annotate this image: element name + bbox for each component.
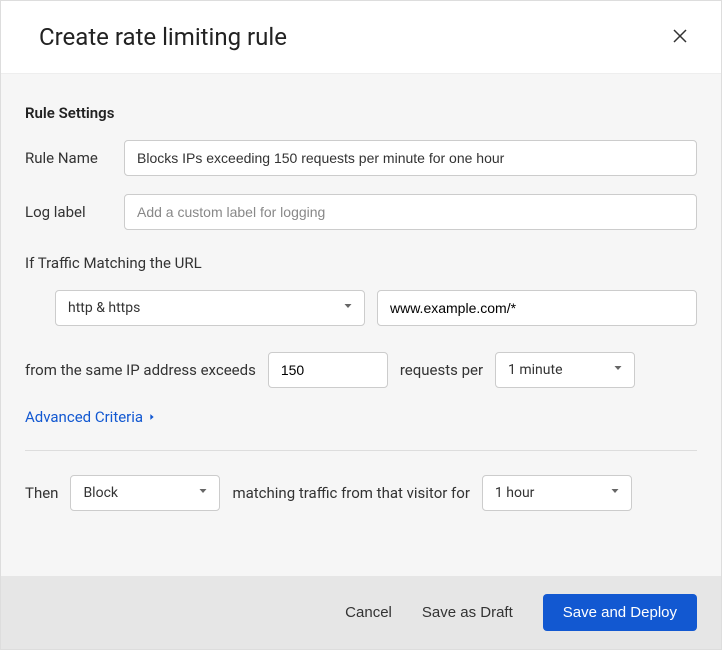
time-window-value: 1 minute [508, 362, 562, 378]
advanced-criteria-label: Advanced Criteria [25, 408, 143, 426]
caret-right-icon [147, 408, 157, 426]
advanced-criteria-row: Advanced Criteria [25, 406, 697, 426]
traffic-matching-label: If Traffic Matching the URL [25, 254, 697, 272]
rule-name-row: Rule Name [25, 140, 697, 176]
protocol-select-value: http & https [68, 300, 140, 316]
dialog-title: Create rate limiting rule [39, 23, 287, 51]
rate-limit-dialog: Create rate limiting rule Rule Settings … [0, 0, 722, 650]
threshold-row: from the same IP address exceeds request… [25, 352, 697, 388]
protocol-select[interactable]: http & https [55, 290, 365, 326]
request-count-input[interactable] [268, 352, 388, 388]
then-label: Then [25, 484, 58, 502]
log-label-row: Log label [25, 194, 697, 230]
log-label-input[interactable] [124, 194, 697, 230]
chevron-down-icon [612, 362, 624, 378]
close-icon [671, 27, 689, 48]
save-as-draft-button[interactable]: Save as Draft [422, 604, 513, 621]
chevron-down-icon [197, 485, 209, 501]
time-window-select[interactable]: 1 minute [495, 352, 635, 388]
save-and-deploy-button[interactable]: Save and Deploy [543, 594, 697, 631]
action-select[interactable]: Block [70, 475, 220, 511]
dialog-footer: Cancel Save as Draft Save and Deploy [1, 576, 721, 649]
divider [25, 450, 697, 451]
advanced-criteria-link[interactable]: Advanced Criteria [25, 408, 157, 426]
duration-select-value: 1 hour [495, 485, 535, 501]
section-title: Rule Settings [25, 104, 697, 122]
dialog-header: Create rate limiting rule [1, 1, 721, 74]
matching-traffic-text: matching traffic from that visitor for [232, 484, 469, 502]
duration-select[interactable]: 1 hour [482, 475, 632, 511]
close-button[interactable] [666, 23, 694, 51]
action-select-value: Block [83, 485, 118, 501]
requests-per-text: requests per [400, 361, 483, 379]
then-row: Then Block matching traffic from that vi… [25, 475, 697, 511]
url-pattern-input[interactable] [377, 290, 697, 326]
cancel-button[interactable]: Cancel [345, 604, 392, 621]
log-label-label: Log label [25, 203, 110, 221]
rule-name-input[interactable] [124, 140, 697, 176]
exceeds-text: from the same IP address exceeds [25, 361, 256, 379]
dialog-body: Rule Settings Rule Name Log label If Tra… [1, 74, 721, 576]
rule-name-label: Rule Name [25, 149, 110, 167]
url-row: http & https [25, 290, 697, 326]
chevron-down-icon [342, 300, 354, 316]
chevron-down-icon [609, 485, 621, 501]
